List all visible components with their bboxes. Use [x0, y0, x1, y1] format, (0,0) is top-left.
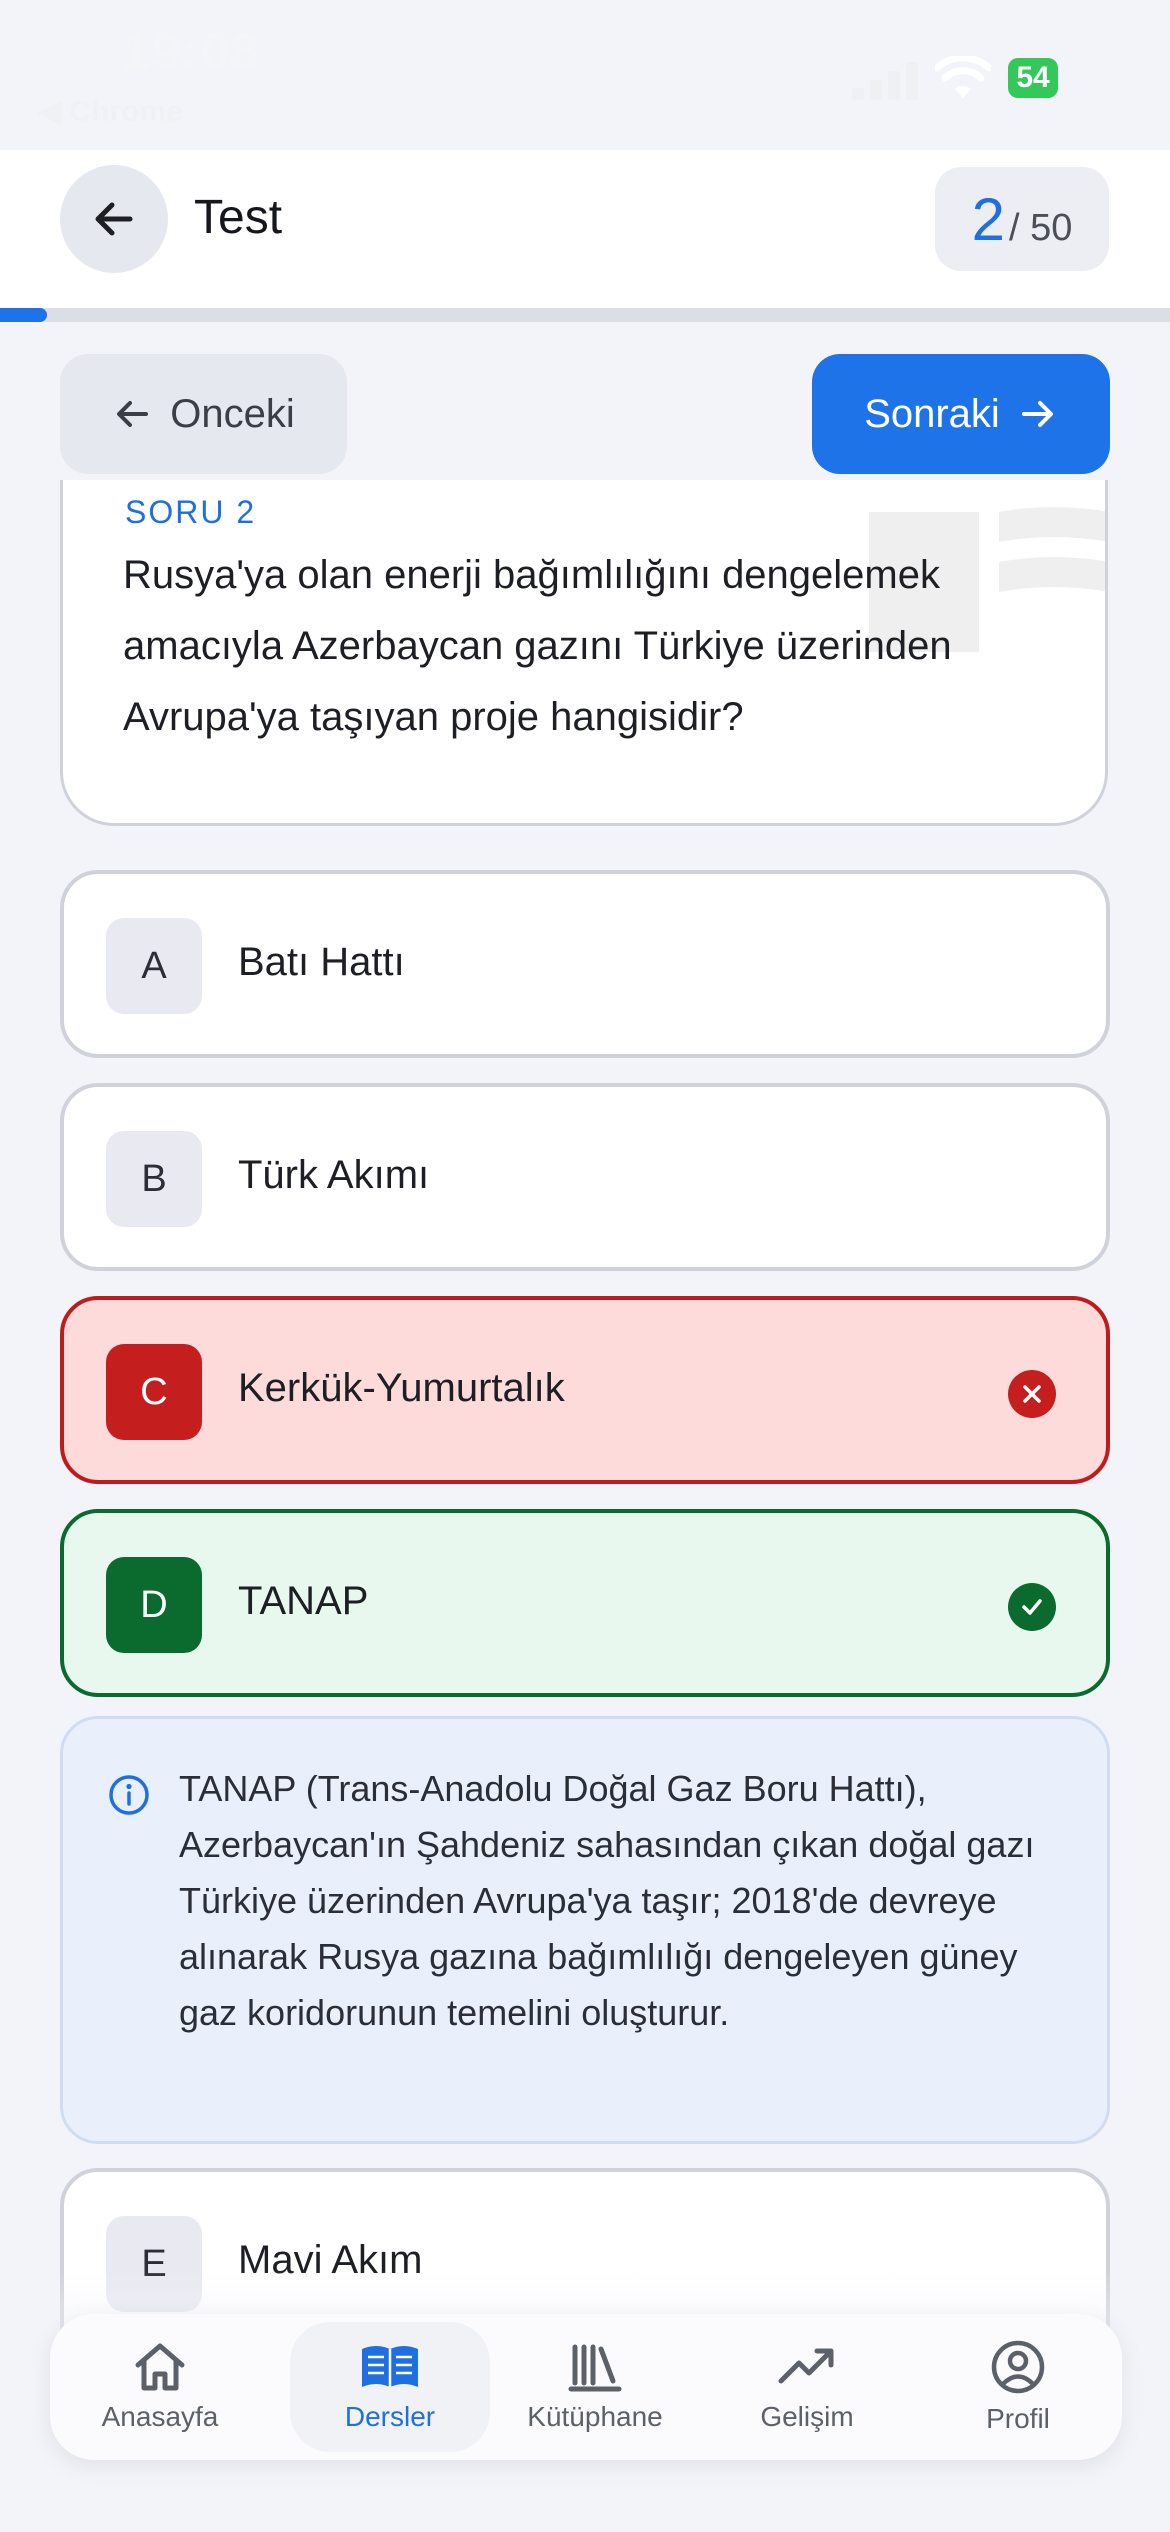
arrow-right-icon	[1021, 401, 1053, 427]
option-a[interactable]: A Batı Hattı	[60, 870, 1110, 1058]
option-text: Batı Hattı	[238, 940, 405, 984]
tab-label: Dersler	[344, 2401, 436, 2432]
arrow-left-icon	[117, 401, 149, 427]
tab-dersler[interactable]: Dersler	[290, 2314, 490, 2460]
question-counter: 2 / 50	[935, 167, 1109, 271]
trend-icon	[778, 2348, 834, 2384]
status-time: 19:08	[122, 23, 260, 81]
tab-profil[interactable]: Profil	[918, 2314, 1118, 2460]
option-text: Türk Akımı	[238, 1153, 430, 1197]
explanation-box: TANAP (Trans-Anadolu Doğal Gaz Boru Hatt…	[60, 1716, 1110, 2144]
status-bar: 19:08 ◀ Chrome 54	[0, 0, 1170, 150]
info-icon	[109, 1775, 149, 1815]
tab-label: Anasayfa	[101, 2401, 219, 2432]
tab-label: Kütüphane	[527, 2401, 663, 2432]
progress-fill	[0, 308, 47, 322]
option-d[interactable]: D TANAP	[60, 1509, 1110, 1697]
signal-icon	[852, 62, 918, 100]
option-letter: C	[106, 1344, 202, 1440]
option-letter: A	[106, 918, 202, 1014]
wifi-icon	[935, 56, 991, 98]
option-c[interactable]: C Kerkük-Yumurtalık	[60, 1296, 1110, 1484]
back-button[interactable]	[60, 165, 168, 273]
tab-gelisim[interactable]: Gelişim	[707, 2314, 907, 2460]
wrong-answer-icon	[1008, 1370, 1056, 1418]
tab-kutuphane[interactable]: Kütüphane	[495, 2314, 695, 2460]
option-letter: B	[106, 1131, 202, 1227]
question-label: SORU 2	[125, 494, 257, 530]
previous-button-label: Onceki	[170, 391, 295, 436]
previous-button[interactable]: Onceki	[60, 354, 347, 474]
bottom-tab-bar: Anasayfa Dersler Kütüphane Gelişim Profi…	[50, 2314, 1122, 2460]
option-text: Kerkük-Yumurtalık	[238, 1366, 565, 1410]
counter-total: / 50	[1008, 207, 1073, 249]
option-b[interactable]: B Türk Akımı	[60, 1083, 1110, 1271]
tab-label: Gelişim	[760, 2401, 854, 2432]
correct-answer-icon	[1008, 1583, 1056, 1631]
arrow-left-icon	[95, 202, 133, 236]
counter-current: 2	[971, 186, 1005, 253]
library-icon	[568, 2344, 622, 2392]
home-icon	[135, 2343, 185, 2391]
tab-anasayfa[interactable]: Anasayfa	[60, 2314, 260, 2460]
progress-track	[0, 308, 1170, 322]
book-icon	[362, 2346, 418, 2387]
next-button[interactable]: Sonraki	[812, 354, 1110, 474]
battery-indicator: 54	[1008, 58, 1058, 98]
tab-label: Profil	[986, 2403, 1050, 2434]
next-button-label: Sonraki	[864, 391, 1000, 436]
back-to-app-link[interactable]: ◀ Chrome	[38, 94, 183, 129]
profile-icon	[991, 2340, 1045, 2394]
option-letter: D	[106, 1557, 202, 1653]
question-text: Rusya'ya olan enerji bağımlılığını denge…	[123, 553, 952, 739]
option-text: TANAP	[238, 1579, 369, 1623]
explanation-text: TANAP (Trans-Anadolu Doğal Gaz Boru Hatt…	[179, 1768, 1035, 2033]
page-title: Test	[194, 191, 283, 244]
question-card: SORU 2 Rusya'ya olan enerji bağımlılığın…	[60, 480, 1108, 826]
